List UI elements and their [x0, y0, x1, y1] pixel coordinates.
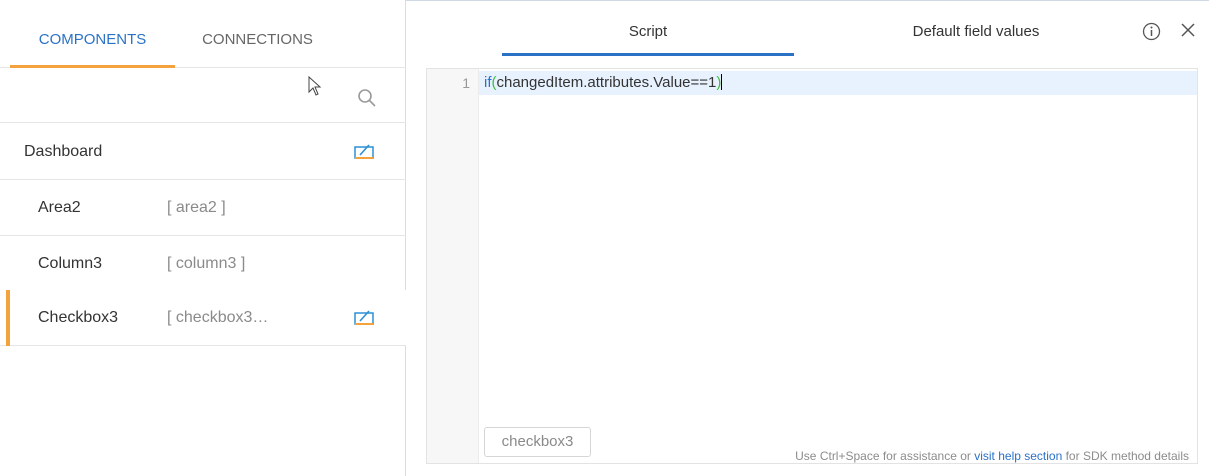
tab-connections-label: CONNECTIONS	[202, 31, 313, 48]
close-icon[interactable]	[1180, 22, 1196, 38]
script-panel: Script Default field values 1 if(changed…	[406, 0, 1209, 476]
tree-item-name: Column3	[38, 255, 103, 272]
hint-suffix: for SDK method details	[1062, 449, 1189, 463]
tree-item-id: [ checkbox3…	[167, 309, 269, 326]
tree-item-name: Checkbox3	[38, 309, 119, 326]
code-line[interactable]: if(changedItem.attributes.Value==1)	[484, 74, 723, 91]
tab-script-label: Script	[628, 23, 668, 40]
components-panel: COMPONENTS CONNECTIONS Dashboard Area2 […	[0, 0, 406, 476]
hint-prefix: Use Ctrl+Space for assistance or	[795, 449, 975, 463]
tree-item-column3[interactable]: Column3 [ column3 ]	[0, 236, 406, 292]
help-section-link[interactable]: visit help section	[974, 449, 1062, 463]
tab-connections[interactable]: CONNECTIONS	[175, 0, 340, 68]
search-row	[0, 68, 406, 123]
tree-item-name: Dashboard	[24, 143, 103, 160]
text-caret	[721, 74, 723, 90]
search-icon[interactable]	[357, 88, 377, 108]
edit-display-icon[interactable]	[354, 309, 374, 327]
tab-script[interactable]: Script	[502, 0, 794, 56]
tree-item-id: [ area2 ]	[167, 199, 226, 216]
tab-default-field-values[interactable]: Default field values	[826, 0, 1126, 56]
tab-components[interactable]: COMPONENTS	[10, 0, 175, 68]
tab-components-label: COMPONENTS	[38, 31, 147, 48]
code-expression: changedItem.attributes.Value==1	[496, 74, 717, 91]
tree-item-id: [ column3 ]	[167, 255, 246, 272]
mouse-cursor-icon	[308, 76, 322, 96]
info-icon[interactable]	[1142, 22, 1161, 41]
script-editor[interactable]: 1 if(changedItem.attributes.Value==1) ch…	[426, 68, 1198, 464]
line-gutter: 1	[427, 69, 479, 463]
tab-default-field-values-label: Default field values	[912, 23, 1040, 40]
code-keyword: if	[484, 74, 492, 91]
tree-item-dashboard[interactable]: Dashboard	[0, 124, 406, 180]
active-tab-underline	[502, 53, 794, 56]
line-number: 1	[462, 75, 470, 91]
checkbox3-chip[interactable]: checkbox3	[484, 427, 591, 457]
assistance-hint: Use Ctrl+Space for assistance or visit h…	[795, 449, 1189, 463]
selection-indicator	[6, 290, 10, 346]
edit-display-icon[interactable]	[354, 143, 374, 161]
tree-item-name: Area2	[38, 199, 81, 216]
tree-item-checkbox3[interactable]: Checkbox3 [ checkbox3…	[0, 290, 406, 346]
tree-item-area2[interactable]: Area2 [ area2 ]	[0, 180, 406, 236]
left-tab-bar: COMPONENTS CONNECTIONS	[0, 0, 406, 68]
